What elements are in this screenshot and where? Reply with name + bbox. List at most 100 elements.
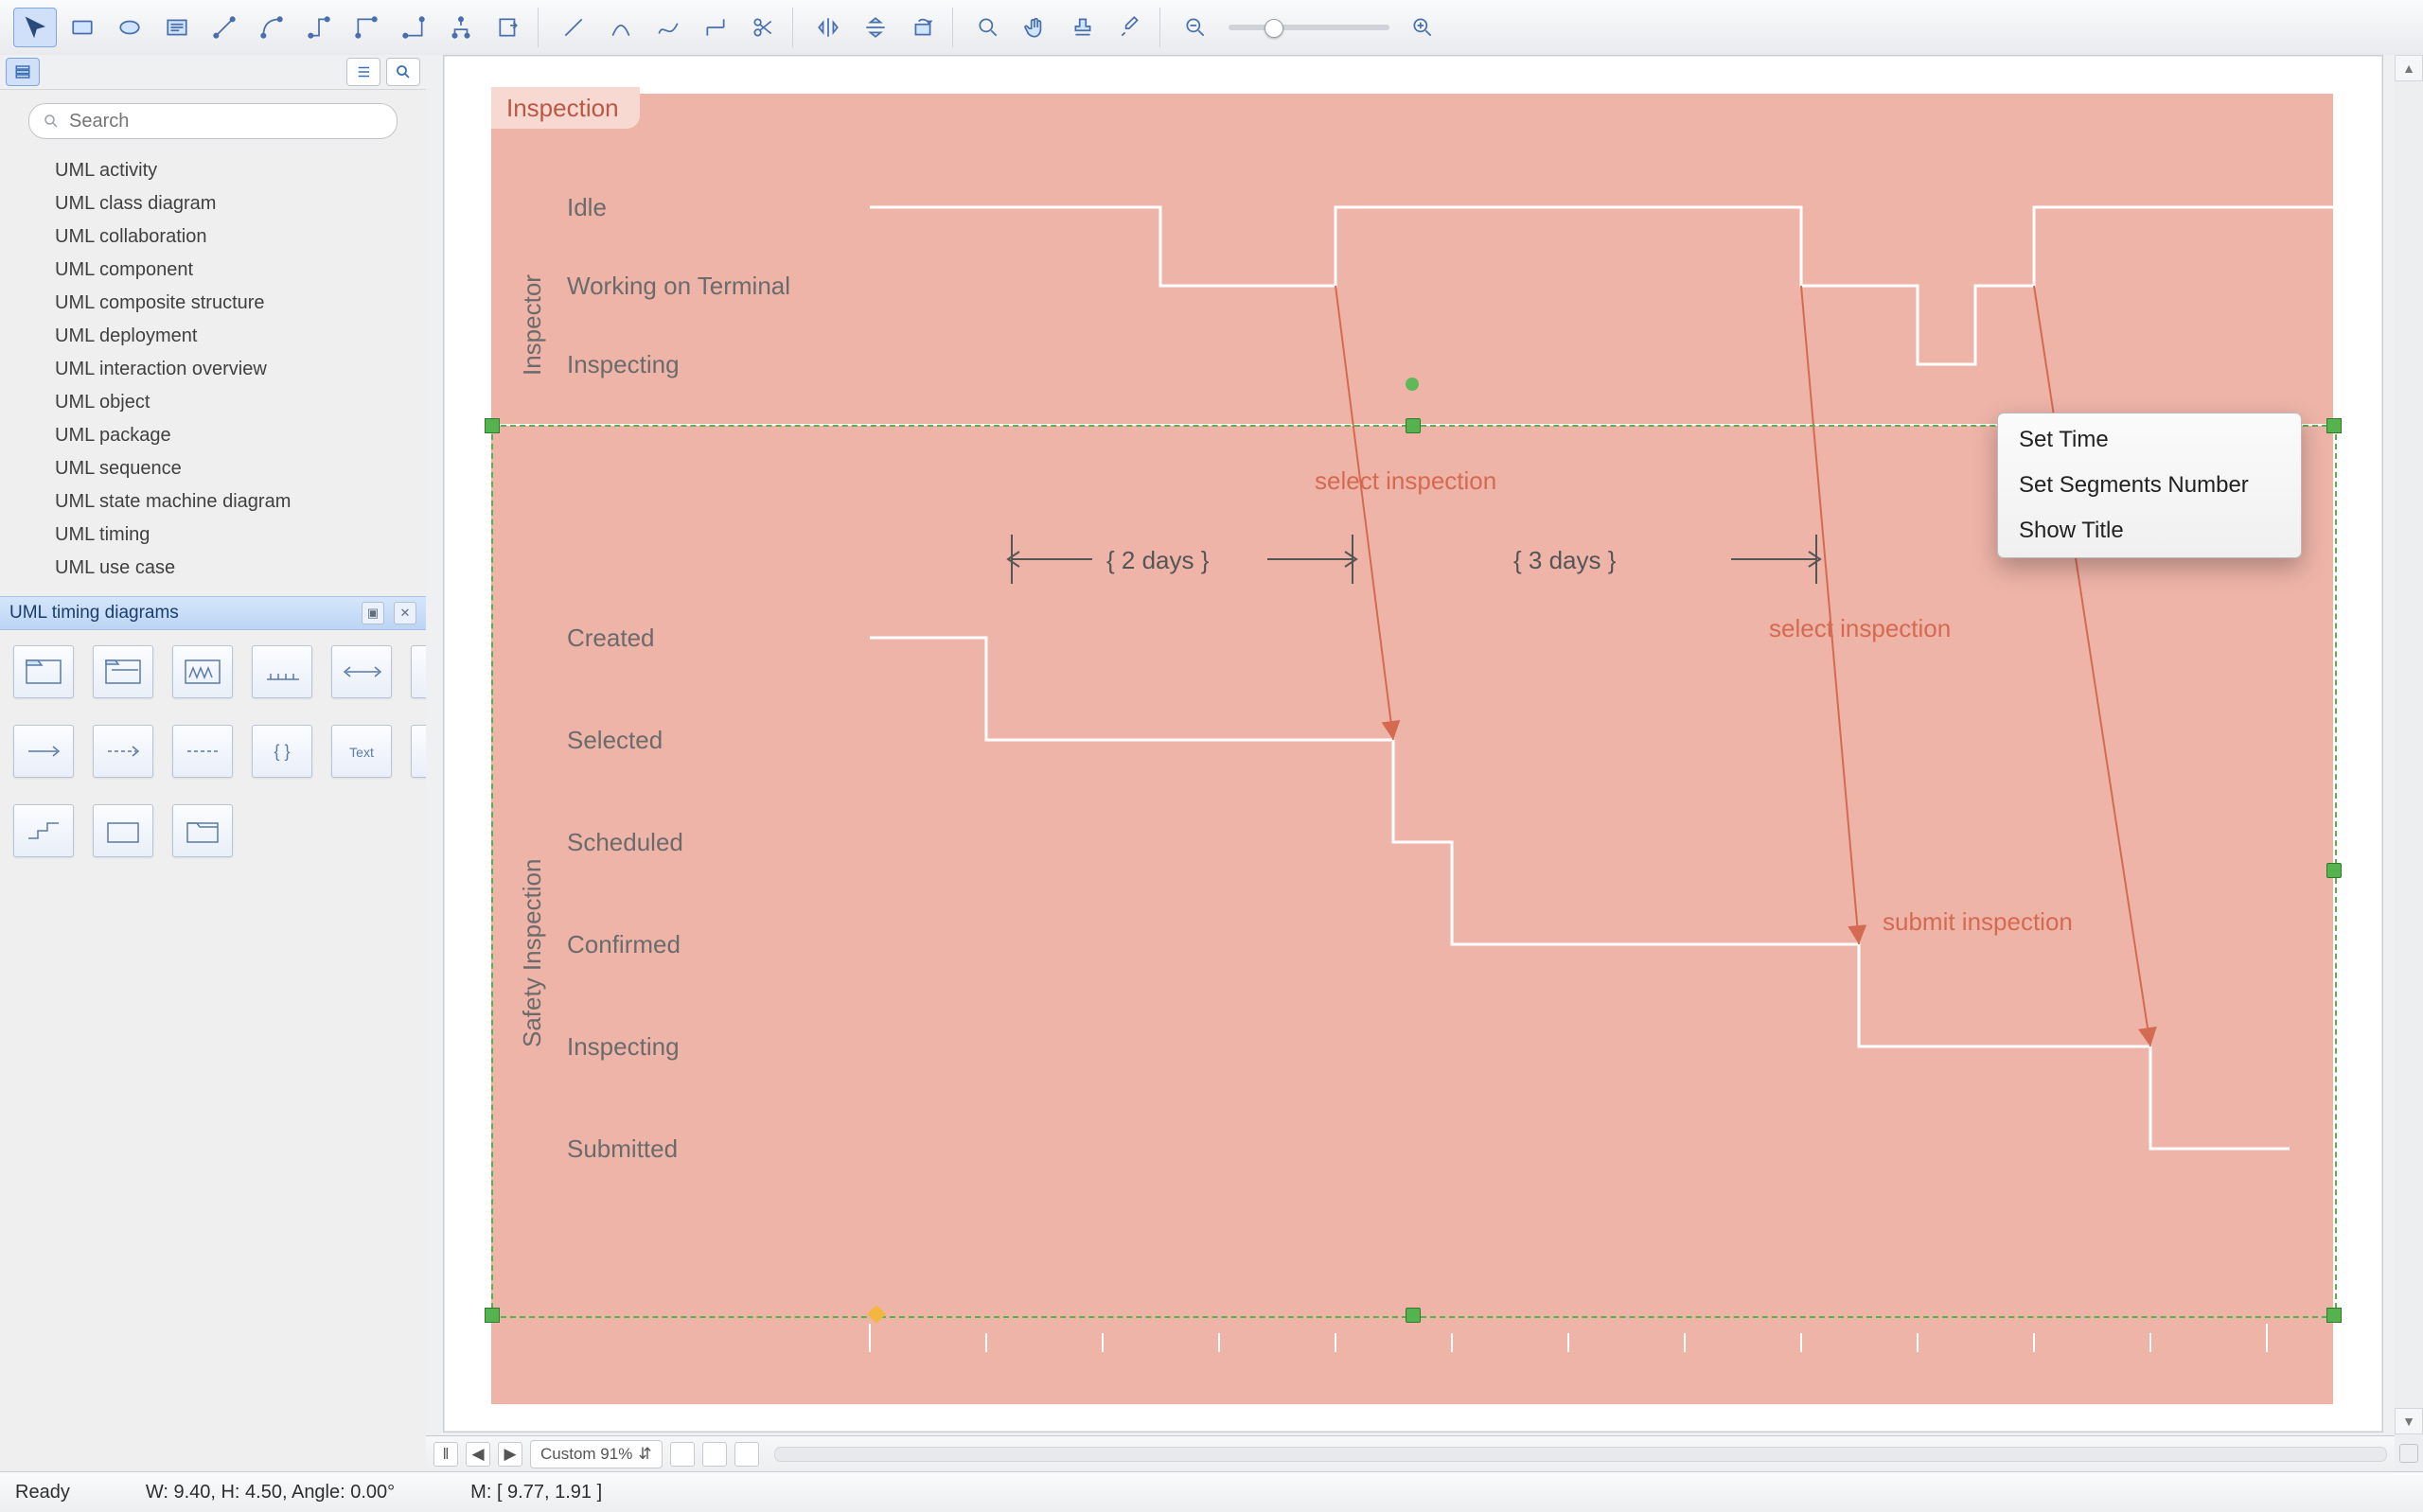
library-item[interactable]: UML class diagram xyxy=(0,187,426,220)
connector-ortho1-tool[interactable] xyxy=(297,8,341,47)
textbox-tool[interactable] xyxy=(155,8,199,47)
zoom-dropdown[interactable]: Custom 91%⇵ xyxy=(530,1440,663,1468)
library-item[interactable]: UML collaboration xyxy=(0,220,426,254)
library-list: UML activityUML class diagramUML collabo… xyxy=(0,147,426,596)
bezier-tool[interactable] xyxy=(694,8,737,47)
connector-ortho3-tool[interactable] xyxy=(392,8,435,47)
shape-value-lifeline[interactable] xyxy=(172,645,233,698)
spline-tool[interactable] xyxy=(646,8,690,47)
rotate-tool[interactable] xyxy=(901,8,945,47)
library-item[interactable]: UML component xyxy=(0,254,426,287)
library-item[interactable]: UML object xyxy=(0,386,426,419)
context-menu: Set Time Set Segments Number Show Title xyxy=(1997,413,2302,558)
scissors-tool[interactable] xyxy=(741,8,785,47)
connector-ortho2-tool[interactable] xyxy=(345,8,388,47)
shape-folder-open[interactable] xyxy=(172,804,233,857)
tool-group-shapes xyxy=(6,8,539,47)
library-sidebar: UML activityUML class diagramUML collabo… xyxy=(0,55,427,1472)
shape-timing-frame[interactable] xyxy=(13,645,74,698)
shape-dashed-arrow[interactable] xyxy=(93,725,153,778)
ctx-set-time[interactable]: Set Time xyxy=(1998,417,2301,463)
shape-state-lifeline[interactable] xyxy=(93,645,153,698)
horizontal-scrollbar[interactable] xyxy=(774,1447,2387,1462)
library-item[interactable]: UML use case xyxy=(0,552,426,585)
library-tab-icon[interactable] xyxy=(6,58,40,86)
status-ready: Ready xyxy=(15,1482,70,1503)
zoom-out-button[interactable] xyxy=(1174,8,1217,47)
shape-dashed-line[interactable] xyxy=(172,725,233,778)
search-input[interactable] xyxy=(67,110,383,133)
shapes-palette: { } Text xyxy=(0,630,426,878)
page-toggle-icon[interactable]: ‖ xyxy=(433,1442,458,1467)
list-view-tab[interactable] xyxy=(346,58,380,86)
sel-handle-e[interactable] xyxy=(2326,863,2342,878)
library-item[interactable]: UML sequence xyxy=(0,452,426,485)
library-item[interactable]: UML composite structure xyxy=(0,287,426,320)
ellipse-tool[interactable] xyxy=(108,8,151,47)
open-library-header[interactable]: UML timing diagrams ▣ ✕ xyxy=(0,596,426,630)
flip-v-tool[interactable] xyxy=(854,8,897,47)
sel-handle-s[interactable] xyxy=(1406,1308,1421,1323)
shape-arrow[interactable] xyxy=(13,725,74,778)
library-close-icon[interactable]: ✕ xyxy=(394,602,416,624)
rect-tool[interactable] xyxy=(61,8,104,47)
document-bar: ‖ ◀ ▶ Custom 91%⇵ xyxy=(426,1435,2395,1472)
shape-two-way[interactable] xyxy=(331,645,392,698)
search-box[interactable] xyxy=(28,103,398,139)
zoom-slider[interactable] xyxy=(1229,25,1389,30)
page-thumb-2[interactable] xyxy=(702,1442,727,1467)
sel-handle-sw[interactable] xyxy=(485,1308,500,1323)
library-save-icon[interactable]: ▣ xyxy=(362,602,384,624)
search-tab[interactable] xyxy=(386,58,420,86)
prev-page-icon[interactable]: ◀ xyxy=(466,1442,490,1467)
library-search xyxy=(0,90,426,147)
eyedropper-tool[interactable] xyxy=(1108,8,1152,47)
scroll-down-icon[interactable]: ▼ xyxy=(2395,1408,2423,1434)
library-item[interactable]: UML deployment xyxy=(0,320,426,353)
stamp-tool[interactable] xyxy=(1061,8,1105,47)
sel-handle-nw[interactable] xyxy=(485,418,500,433)
shape-folder[interactable] xyxy=(93,804,153,857)
status-bar: Ready W: 9.40, H: 4.50, Angle: 0.00° M: … xyxy=(0,1471,2423,1512)
shape-text[interactable]: Text xyxy=(331,725,392,778)
page-thumb-1[interactable] xyxy=(670,1442,695,1467)
line-tool[interactable] xyxy=(552,8,595,47)
pointer-tool[interactable] xyxy=(13,8,57,47)
zoom-tool[interactable] xyxy=(966,8,1010,47)
drawing-paper[interactable]: Inspection Inspector Safety Inspection I… xyxy=(443,55,2383,1433)
library-item[interactable]: UML activity xyxy=(0,154,426,187)
shape-step[interactable] xyxy=(13,804,74,857)
resize-grip-icon[interactable] xyxy=(2399,1444,2418,1463)
sel-rotate-handle[interactable] xyxy=(1406,378,1419,391)
connector-round-tool[interactable] xyxy=(250,8,293,47)
connector-straight-tool[interactable] xyxy=(203,8,246,47)
tree-connector-tool[interactable] xyxy=(439,8,483,47)
export-tool[interactable] xyxy=(486,8,530,47)
zoom-in-button[interactable] xyxy=(1401,8,1444,47)
sel-handle-n[interactable] xyxy=(1406,418,1421,433)
sel-handle-ne[interactable] xyxy=(2326,418,2342,433)
flip-h-tool[interactable] xyxy=(806,8,850,47)
library-item[interactable]: UML interaction overview xyxy=(0,353,426,386)
library-item[interactable]: UML package xyxy=(0,419,426,452)
library-item[interactable]: UML timing xyxy=(0,519,426,552)
svg-text:{ }: { } xyxy=(274,742,290,761)
main-toolbar xyxy=(0,0,2423,56)
shape-tick-ruler[interactable] xyxy=(252,645,312,698)
arc-tool[interactable] xyxy=(599,8,643,47)
vertical-scrollbar[interactable]: ▲ ▼ xyxy=(2395,55,2423,1472)
page-thumb-3[interactable] xyxy=(734,1442,759,1467)
hand-tool[interactable] xyxy=(1014,8,1057,47)
next-page-icon[interactable]: ▶ xyxy=(498,1442,522,1467)
zoom-slider-knob[interactable] xyxy=(1265,19,1283,38)
search-icon xyxy=(43,113,60,130)
ctx-show-title[interactable]: Show Title xyxy=(1998,508,2301,554)
timing-diagram[interactable]: Inspection Inspector Safety Inspection I… xyxy=(491,94,2333,1404)
scroll-up-icon[interactable]: ▲ xyxy=(2395,55,2423,81)
library-item[interactable]: UML state machine diagram xyxy=(0,485,426,519)
sel-handle-se[interactable] xyxy=(2326,1308,2342,1323)
tool-group-zoom xyxy=(1166,8,1452,47)
shape-braces[interactable]: { } xyxy=(252,725,312,778)
ctx-set-segments[interactable]: Set Segments Number xyxy=(1998,463,2301,508)
tool-group-transform xyxy=(799,8,953,47)
